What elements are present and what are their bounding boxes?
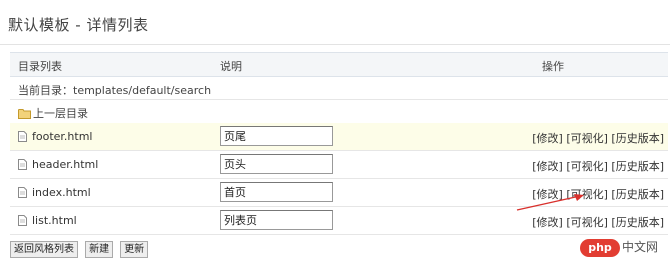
action-buttons: 返回风格列表 新建 更新 — [10, 241, 150, 260]
file-name-text: list.html — [32, 214, 77, 227]
new-button[interactable]: 新建 — [85, 241, 114, 258]
update-button[interactable]: 更新 — [120, 241, 149, 258]
visual-edit-link[interactable]: [可视化] — [566, 216, 608, 229]
history-link[interactable]: [历史版本] — [611, 216, 664, 229]
history-link[interactable]: [历史版本] — [611, 188, 664, 201]
edit-link[interactable]: [修改] — [532, 160, 563, 173]
file-name[interactable]: footer.html — [18, 130, 92, 143]
visual-edit-link[interactable]: [可视化] — [566, 132, 608, 145]
watermark: php 中文网 — [580, 238, 664, 260]
edit-link[interactable]: [修改] — [532, 132, 563, 145]
table-header: 目录列表 说明 操作 — [10, 52, 668, 77]
file-icon — [18, 131, 27, 142]
description-input[interactable] — [220, 182, 333, 202]
row-actions: [修改] [可视化] [历史版本] — [532, 158, 664, 174]
parent-directory-link[interactable]: 上一层目录 — [18, 105, 88, 122]
file-name[interactable]: list.html — [18, 214, 77, 227]
file-name-text: footer.html — [32, 130, 93, 143]
edit-link[interactable]: [修改] — [532, 188, 563, 201]
back-to-style-list-button[interactable]: 返回风格列表 — [10, 241, 78, 258]
parent-directory-label: 上一层目录 — [33, 107, 88, 120]
file-icon — [18, 215, 27, 226]
edit-link[interactable]: [修改] — [532, 216, 563, 229]
folder-icon — [18, 108, 31, 122]
row-actions: [修改] [可视化] [历史版本] — [532, 214, 664, 230]
table-row: list.html [修改] [可视化] [历史版本] — [10, 207, 668, 235]
row-actions: [修改] [可视化] [历史版本] — [532, 130, 664, 146]
visual-edit-link[interactable]: [可视化] — [566, 160, 608, 173]
file-name[interactable]: index.html — [18, 186, 91, 199]
watermark-text: 中文网 — [622, 240, 659, 254]
table-row: footer.html [修改] [可视化] [历史版本] — [10, 123, 668, 151]
title-divider — [0, 44, 670, 45]
description-input[interactable] — [220, 126, 333, 146]
file-name[interactable]: header.html — [18, 158, 98, 171]
table-row: index.html [修改] [可视化] [历史版本] — [10, 179, 668, 207]
description-input[interactable] — [220, 210, 333, 230]
divider — [10, 99, 668, 100]
page-title: 默认模板 - 详情列表 — [8, 16, 149, 34]
history-link[interactable]: [历史版本] — [611, 132, 664, 145]
file-name-text: index.html — [32, 186, 91, 199]
file-icon — [18, 159, 27, 170]
header-dir: 目录列表 — [18, 60, 62, 73]
watermark-logo: php — [580, 239, 620, 257]
description-input[interactable] — [220, 154, 333, 174]
file-name-text: header.html — [32, 158, 99, 171]
file-icon — [18, 187, 27, 198]
visual-edit-link[interactable]: [可视化] — [566, 188, 608, 201]
row-actions: [修改] [可视化] [历史版本] — [532, 186, 664, 202]
header-ops: 操作 — [542, 60, 564, 73]
header-desc: 说明 — [220, 60, 242, 73]
current-directory: 当前目录：templates/default/search — [18, 84, 212, 97]
table-row: header.html [修改] [可视化] [历史版本] — [10, 151, 668, 179]
history-link[interactable]: [历史版本] — [611, 160, 664, 173]
